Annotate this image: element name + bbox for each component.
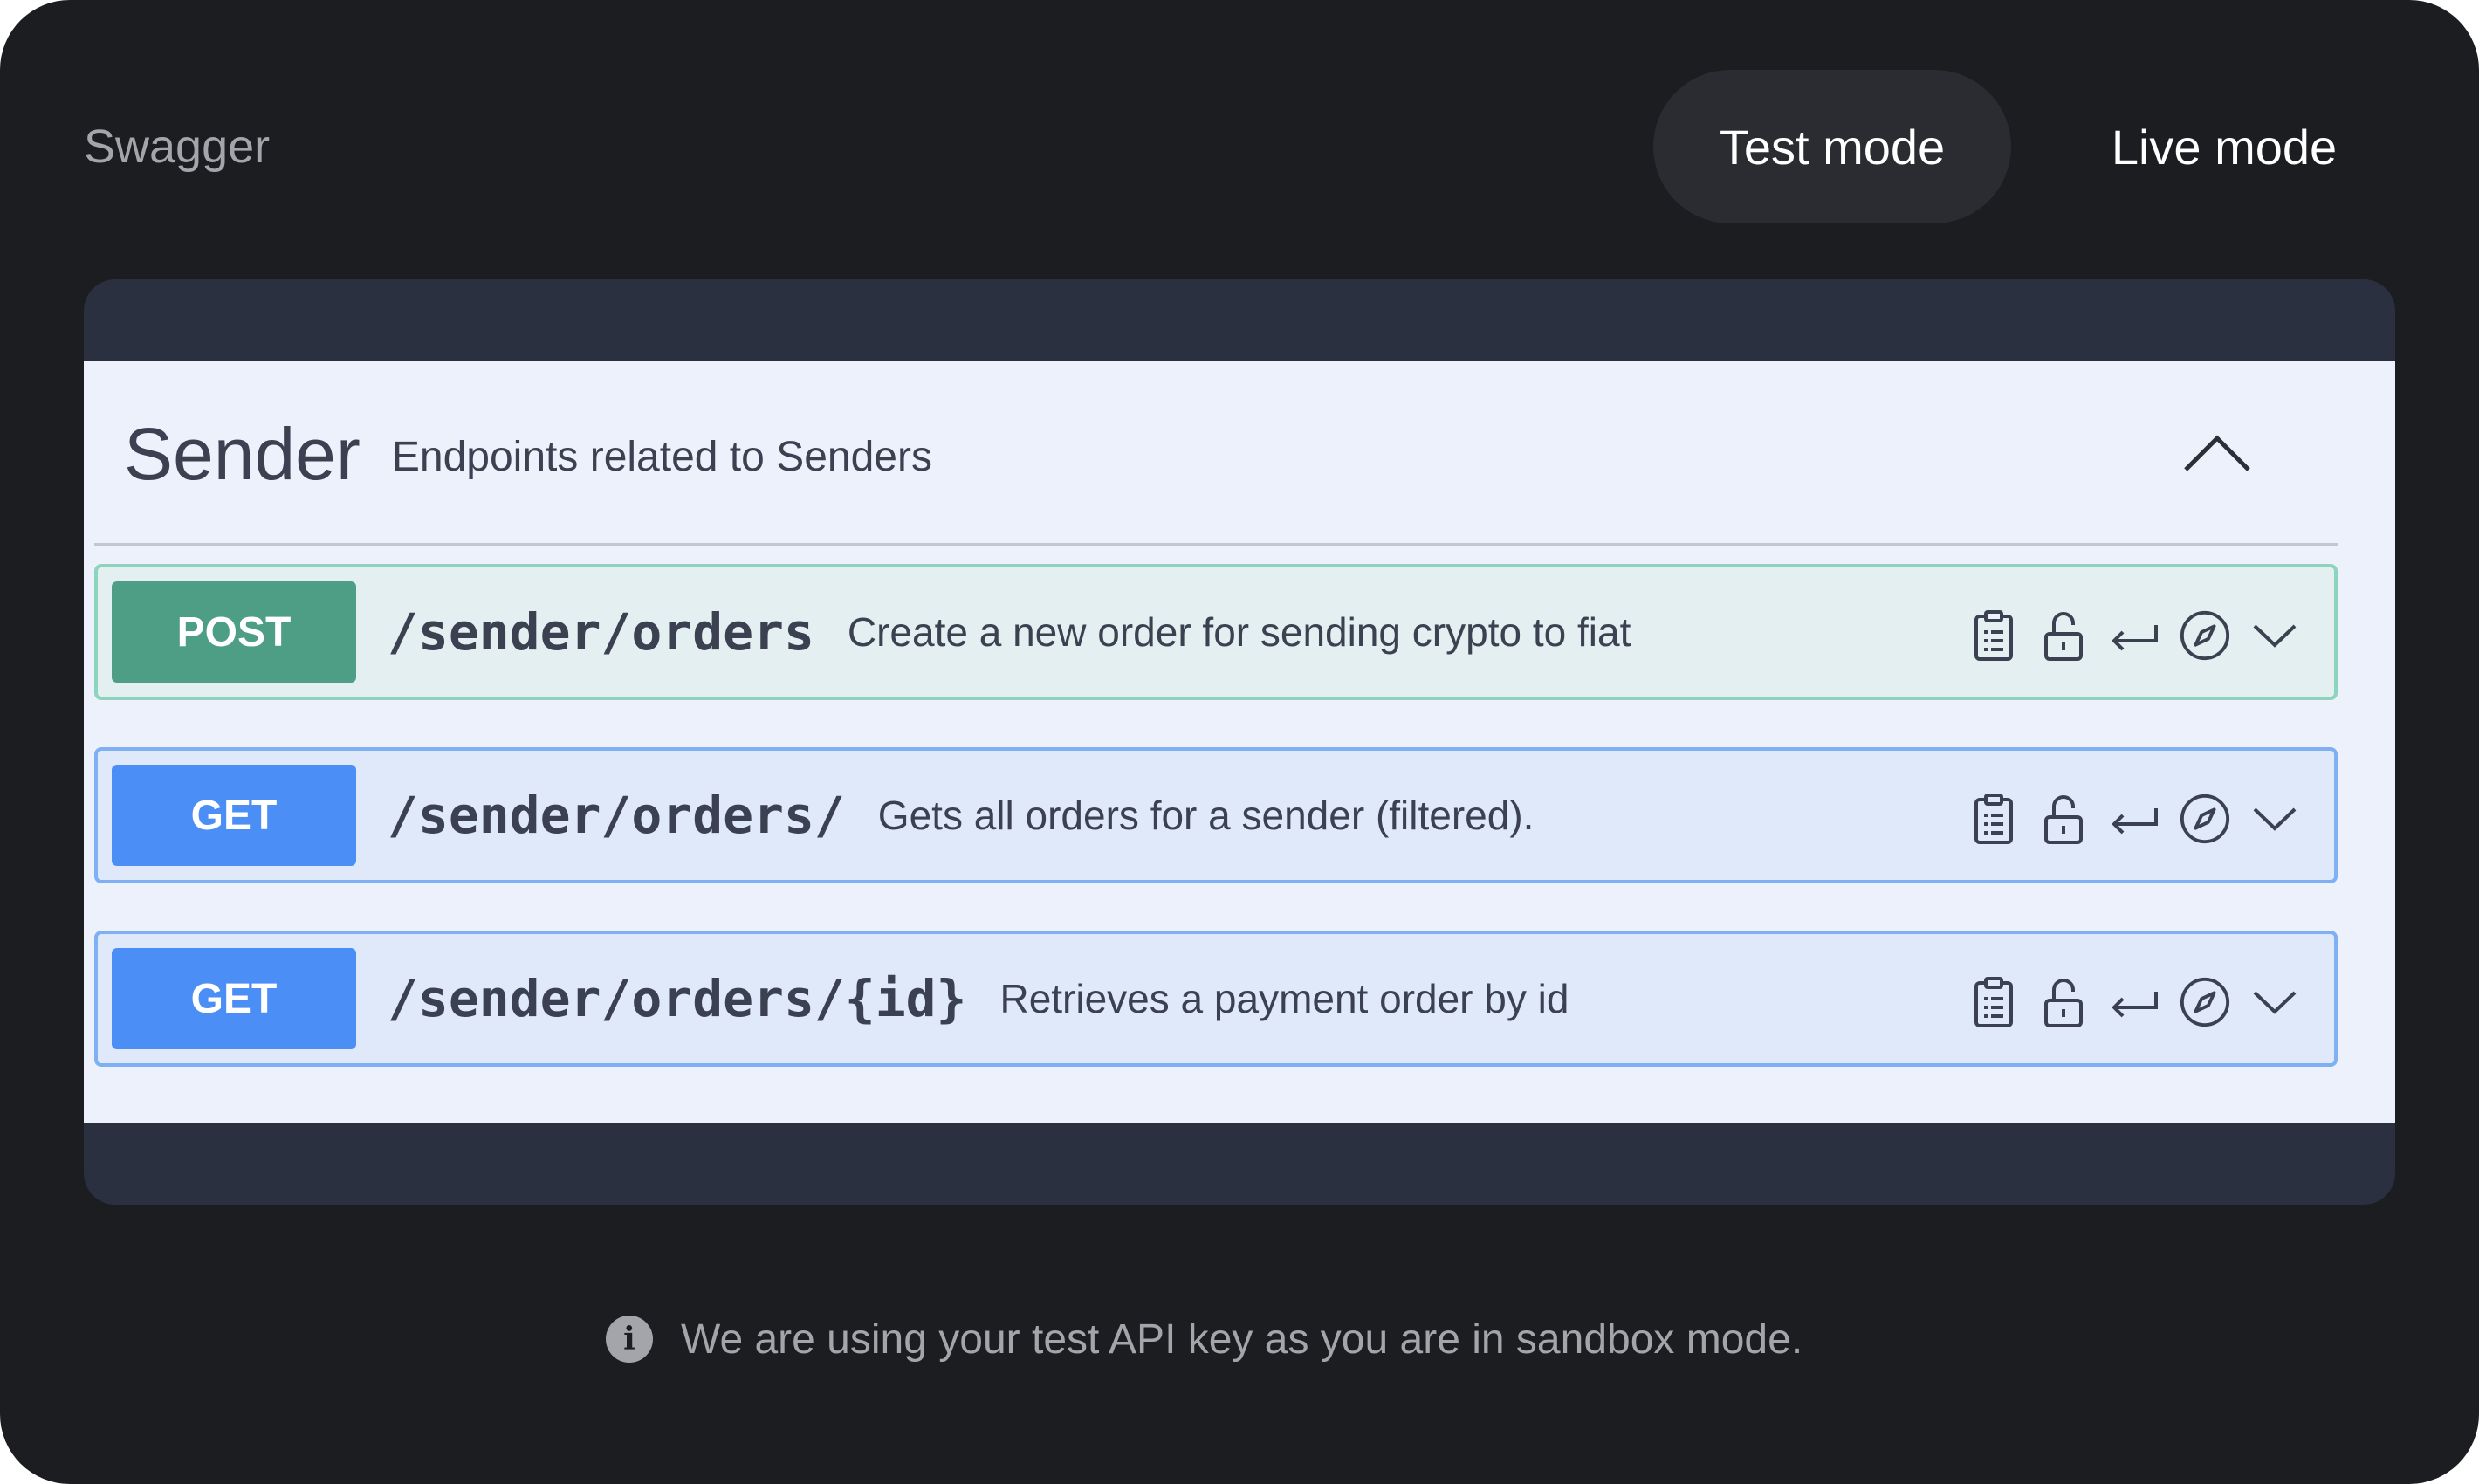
- operation-get-sender-orders[interactable]: GET /sender/orders/ Gets all orders for …: [94, 747, 2338, 883]
- operation-summary: Create a new order for sending crypto to…: [847, 609, 1631, 655]
- app-window: Swagger Test mode Live mode Sender Endpo…: [0, 0, 2479, 1484]
- unlock-icon[interactable]: [2037, 606, 2090, 665]
- live-mode-button[interactable]: Live mode: [2037, 70, 2411, 223]
- return-arrow-icon[interactable]: [2107, 972, 2161, 1032]
- clipboard-icon[interactable]: [1967, 789, 2020, 848]
- chevron-down-icon[interactable]: [2249, 972, 2301, 1032]
- clipboard-icon[interactable]: [1967, 606, 2020, 665]
- info-icon: i: [606, 1316, 653, 1363]
- method-badge: GET: [112, 948, 356, 1049]
- test-mode-button[interactable]: Test mode: [1653, 70, 2011, 223]
- method-badge: POST: [112, 581, 356, 683]
- sandbox-notice: i We are using your test API key as you …: [606, 1309, 1803, 1369]
- operation-get-sender-order-by-id[interactable]: GET /sender/orders/{id} Retrieves a paym…: [94, 931, 2338, 1067]
- method-badge: GET: [112, 765, 356, 866]
- mode-switch: Test mode Live mode: [1653, 70, 2411, 223]
- operation-actions: [1967, 604, 2301, 667]
- notice-text: We are using your test API key as you ar…: [681, 1316, 1803, 1363]
- app-title: Swagger: [84, 120, 271, 173]
- tag-divider: [94, 543, 2338, 546]
- compass-icon[interactable]: [2179, 606, 2231, 665]
- tag-header-sender[interactable]: Sender Endpoints related to Senders: [124, 396, 2355, 512]
- return-arrow-icon[interactable]: [2107, 789, 2161, 848]
- clipboard-icon[interactable]: [1967, 972, 2020, 1032]
- chevron-down-icon[interactable]: [2249, 606, 2301, 665]
- operation-path: /sender/orders: [388, 602, 814, 662]
- swagger-body: Sender Endpoints related to Senders POST…: [84, 361, 2395, 1123]
- unlock-icon[interactable]: [2037, 972, 2090, 1032]
- operation-summary: Retrieves a payment order by id: [999, 976, 1569, 1021]
- tag-description: Endpoints related to Senders: [391, 433, 932, 480]
- compass-icon[interactable]: [2179, 972, 2231, 1032]
- return-arrow-icon[interactable]: [2107, 606, 2161, 665]
- tag-name: Sender: [124, 412, 361, 495]
- operation-path: /sender/orders/: [388, 786, 845, 845]
- operation-summary: Gets all orders for a sender (filtered).: [877, 793, 1535, 838]
- operation-post-sender-orders[interactable]: POST /sender/orders Create a new order f…: [94, 564, 2338, 700]
- unlock-icon[interactable]: [2037, 789, 2090, 848]
- chevron-up-icon[interactable]: [2182, 426, 2252, 478]
- operation-path: /sender/orders/{id}: [388, 969, 967, 1028]
- operation-actions: [1967, 971, 2301, 1034]
- swagger-panel: Sender Endpoints related to Senders POST…: [84, 279, 2395, 1205]
- compass-icon[interactable]: [2179, 789, 2231, 848]
- chevron-down-icon[interactable]: [2249, 789, 2301, 848]
- operation-actions: [1967, 787, 2301, 850]
